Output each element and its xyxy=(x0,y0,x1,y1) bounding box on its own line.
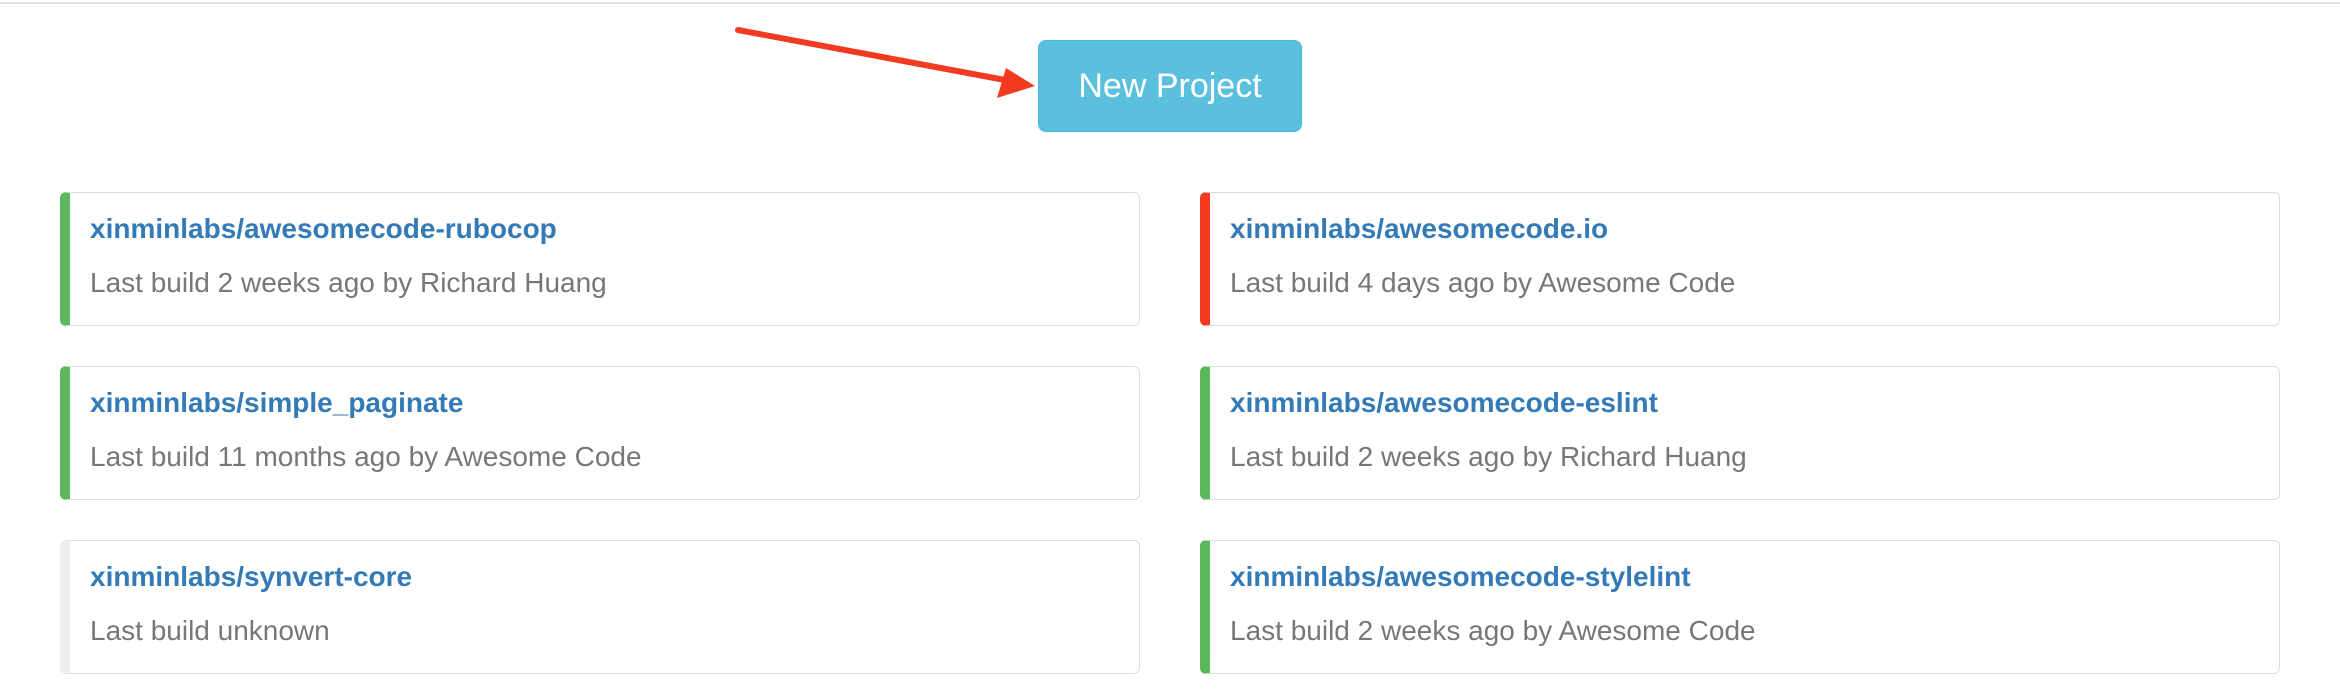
last-build-text: Last build 2 weeks ago by Awesome Code xyxy=(1230,615,1756,646)
project-card: xinminlabs/awesomecode-stylelint Last bu… xyxy=(1200,540,2280,674)
new-project-button[interactable]: New Project xyxy=(1038,40,1302,132)
project-link[interactable]: xinminlabs/awesomecode-rubocop xyxy=(90,213,557,245)
last-build-text: Last build unknown xyxy=(90,615,330,646)
project-card: xinminlabs/awesomecode-eslint Last build… xyxy=(1200,366,2280,500)
projects-page: New Project xinminlabs/awesomecode-ruboc… xyxy=(0,0,2340,694)
project-card: xinminlabs/synvert-core Last build unkno… xyxy=(60,540,1140,674)
project-card: xinminlabs/awesomecode.io Last build 4 d… xyxy=(1200,192,2280,326)
project-card: xinminlabs/simple_paginate Last build 11… xyxy=(60,366,1140,500)
project-link[interactable]: xinminlabs/awesomecode.io xyxy=(1230,213,1608,245)
last-build-text: Last build 11 months ago by Awesome Code xyxy=(90,441,642,472)
project-link[interactable]: xinminlabs/awesomecode-stylelint xyxy=(1230,561,1691,593)
last-build-text: Last build 2 weeks ago by Richard Huang xyxy=(90,267,607,298)
arrow-shaft xyxy=(735,27,1008,83)
arrow-head xyxy=(997,68,1035,98)
project-link[interactable]: xinminlabs/synvert-core xyxy=(90,561,412,593)
last-build-text: Last build 4 days ago by Awesome Code xyxy=(1230,267,1736,298)
annotation-arrow-icon xyxy=(735,27,1035,98)
project-card: xinminlabs/awesomecode-rubocop Last buil… xyxy=(60,192,1140,326)
project-link[interactable]: xinminlabs/awesomecode-eslint xyxy=(1230,387,1658,419)
top-divider xyxy=(0,2,2340,4)
last-build-text: Last build 2 weeks ago by Richard Huang xyxy=(1230,441,1747,472)
project-link[interactable]: xinminlabs/simple_paginate xyxy=(90,387,463,419)
